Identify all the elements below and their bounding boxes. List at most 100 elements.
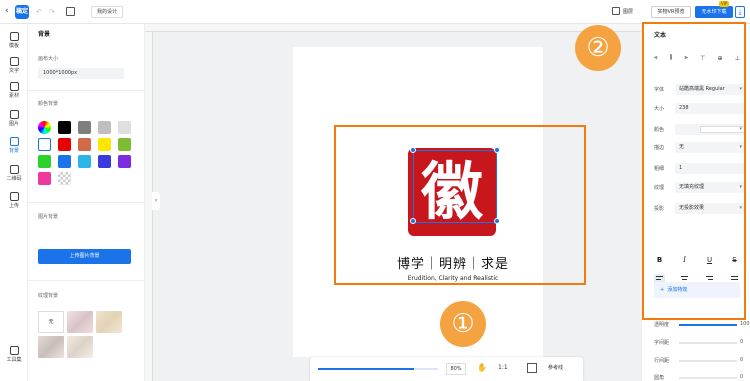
radius-label: 圆角 xyxy=(654,375,665,381)
color-swatch[interactable] xyxy=(58,155,71,168)
texture-bg-label: 纹理背景 xyxy=(38,293,59,299)
chevron-left-icon[interactable]: ‹ xyxy=(5,6,9,16)
layers-label: 图层 xyxy=(623,8,634,15)
highlight-box-2 xyxy=(642,22,746,320)
radius-slider[interactable] xyxy=(679,377,737,379)
hand-icon[interactable]: ✋ xyxy=(477,363,487,372)
transparent-swatch[interactable] xyxy=(58,172,71,185)
color-swatch[interactable] xyxy=(78,155,91,168)
color-swatch[interactable] xyxy=(38,155,51,168)
rail-item-template[interactable]: 模板 xyxy=(0,32,28,49)
color-swatch-selected[interactable] xyxy=(38,138,51,151)
layers-button[interactable]: 图层 xyxy=(612,7,633,15)
download-button[interactable]: 无水印下载 xyxy=(695,6,733,18)
redo-icon[interactable]: ↷ xyxy=(49,8,55,16)
background-icon xyxy=(9,137,19,146)
color-swatch[interactable] xyxy=(98,138,111,151)
layers-icon xyxy=(612,7,620,15)
fit-screen-icon[interactable] xyxy=(527,363,537,373)
highlight-box-1 xyxy=(334,125,586,285)
canvas-size-field[interactable]: 1000*1000px xyxy=(38,68,124,79)
rail-item-text[interactable]: 文字 xyxy=(0,57,28,74)
rail-item-label: 工具集 xyxy=(6,357,22,363)
opacity-slider[interactable] xyxy=(679,324,737,326)
color-swatch[interactable] xyxy=(58,121,71,134)
color-swatch[interactable] xyxy=(118,121,131,134)
color-swatch[interactable] xyxy=(78,121,91,134)
left-rail: 模板 文字 素材 图片 背景 二维码 上传 工具集 xyxy=(0,24,28,381)
divider xyxy=(28,202,145,203)
color-swatch[interactable] xyxy=(118,138,131,151)
line-spacing-value: 0 xyxy=(740,357,744,363)
background-panel: 背景 画布大小 1000*1000px 颜色背景 图片背景 上传图片背景 纹理背… xyxy=(28,24,145,381)
rail-item-label: 二维码 xyxy=(6,176,22,182)
callout-badge-2: ② xyxy=(575,25,621,71)
image-bg-label: 图片背景 xyxy=(38,214,59,220)
texture-swatch[interactable] xyxy=(96,311,122,333)
vip-badge: VIP xyxy=(719,1,730,7)
color-swatch[interactable] xyxy=(58,138,71,151)
color-swatch[interactable] xyxy=(38,172,51,185)
canvas-size-label: 画布大小 xyxy=(38,56,59,62)
ratio-button[interactable]: 1:1 xyxy=(498,364,508,371)
upload-icon xyxy=(9,192,19,201)
color-swatch[interactable] xyxy=(118,155,131,168)
divider xyxy=(28,280,145,281)
zoom-bar: 80% ✋ 1:1 参考线 xyxy=(310,357,583,381)
panel-title: 背景 xyxy=(38,31,51,38)
radius-value: 0 xyxy=(740,374,744,380)
save-icon[interactable] xyxy=(66,7,75,16)
rail-item-label: 上传 xyxy=(8,203,19,209)
opacity-value: 100 xyxy=(740,321,750,327)
color-swatch[interactable] xyxy=(78,138,91,151)
texture-swatch[interactable] xyxy=(67,311,93,333)
line-spacing-label: 行间距 xyxy=(654,358,670,364)
color-bg-label: 颜色背景 xyxy=(38,101,59,107)
top-toolbar: ‹ 稿定 ↶ ↷ 我的设计 图层 实物VR预览 无水印下载 VIP ⤓ xyxy=(0,0,750,24)
rail-item-background[interactable]: 背景 xyxy=(0,137,28,154)
texture-none[interactable]: 无 xyxy=(38,311,64,333)
qrcode-icon xyxy=(9,165,19,174)
ruler-top xyxy=(145,24,641,32)
slider-fill xyxy=(679,324,737,326)
image-icon xyxy=(9,110,19,119)
divider xyxy=(28,90,145,91)
collapse-panel-button[interactable]: ‹ xyxy=(152,192,160,210)
app-logo[interactable]: 稿定 xyxy=(15,5,29,19)
design-name-label: 我的设计 xyxy=(97,9,118,15)
chevron-left-icon: ‹ xyxy=(154,197,158,204)
text-icon xyxy=(9,57,19,66)
zoom-slider[interactable] xyxy=(318,368,438,370)
rail-item-label: 模板 xyxy=(8,43,19,49)
texture-swatch[interactable] xyxy=(38,336,64,358)
rail-item-label: 图片 xyxy=(8,121,19,127)
color-swatch[interactable] xyxy=(98,155,111,168)
letter-spacing-value: 0 xyxy=(740,339,744,345)
letter-spacing-slider[interactable] xyxy=(679,342,737,344)
template-icon xyxy=(9,32,19,41)
design-name-button[interactable]: 我的设计 xyxy=(91,6,124,18)
undo-icon[interactable]: ↶ xyxy=(36,8,42,16)
download-icon[interactable]: ⤓ xyxy=(735,6,745,18)
rail-item-material[interactable]: 素材 xyxy=(0,82,28,99)
color-swatch[interactable] xyxy=(98,121,111,134)
zoom-slider-fill xyxy=(318,368,414,370)
rail-item-image[interactable]: 图片 xyxy=(0,110,28,127)
opacity-label: 透明度 xyxy=(654,322,670,328)
texture-swatch[interactable] xyxy=(67,336,93,358)
line-spacing-slider[interactable] xyxy=(679,360,737,362)
upload-bg-button[interactable]: 上传图片背景 xyxy=(38,249,131,264)
color-picker-icon[interactable] xyxy=(38,121,51,134)
rail-item-label: 素材 xyxy=(8,93,19,99)
material-icon xyxy=(9,82,19,91)
rail-item-toolkit[interactable]: 工具集 xyxy=(0,346,28,363)
letter-spacing-label: 字间距 xyxy=(654,340,670,346)
rail-item-label: 文字 xyxy=(8,68,19,74)
rail-item-upload[interactable]: 上传 xyxy=(0,192,28,209)
vr-preview-button[interactable]: 实物VR预览 xyxy=(651,6,691,18)
toolkit-icon xyxy=(9,346,19,355)
rail-item-qrcode[interactable]: 二维码 xyxy=(0,165,28,182)
zoom-value[interactable]: 80% xyxy=(446,363,466,375)
rail-item-label: 背景 xyxy=(8,148,19,154)
guides-button[interactable]: 参考线 xyxy=(548,364,563,371)
